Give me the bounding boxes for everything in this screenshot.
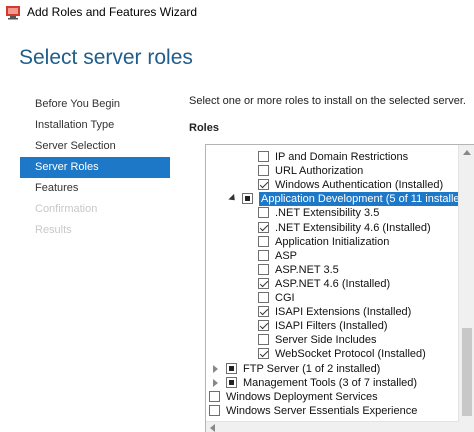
role-row[interactable]: ISAPI Filters (Installed): [206, 319, 459, 333]
role-checkbox[interactable]: [258, 165, 269, 177]
role-checkbox[interactable]: [209, 390, 220, 402]
role-checkbox[interactable]: [258, 249, 269, 261]
role-label: ASP.NET 3.5: [275, 263, 339, 276]
role-checkbox[interactable]: [226, 362, 237, 374]
role-label: Management Tools (3 of 7 installed): [243, 376, 418, 389]
nav-item-label: Results: [35, 224, 72, 236]
role-row[interactable]: Windows Server Essentials Experience: [206, 404, 459, 418]
nav-item-server-selection[interactable]: Server Selection: [20, 136, 170, 157]
role-label: Windows Server Essentials Experience: [226, 404, 418, 417]
role-label: Application Development (5 of 11 install…: [259, 192, 459, 207]
wizard-nav: Before You Begin Installation Type Serve…: [20, 94, 170, 241]
role-row[interactable]: ASP.NET 4.6 (Installed): [206, 277, 459, 291]
role-label: Application Initialization: [275, 235, 390, 248]
collapse-arrow-icon[interactable]: [213, 364, 218, 373]
roles-tree-viewport: IP and Domain Restrictions URL Authorizat…: [206, 145, 459, 421]
expand-arrow-icon[interactable]: [228, 194, 238, 204]
role-checkbox[interactable]: [258, 320, 269, 332]
window-title: Add Roles and Features Wizard: [27, 5, 198, 19]
role-checkbox[interactable]: [209, 404, 220, 416]
nav-item-label: Server Selection: [35, 140, 116, 152]
role-row[interactable]: Management Tools (3 of 7 installed): [206, 376, 459, 390]
role-checkbox[interactable]: [258, 348, 269, 360]
nav-item-label: Server Roles: [35, 161, 99, 173]
role-checkbox[interactable]: [258, 306, 269, 318]
role-label: .NET Extensibility 3.5: [275, 207, 380, 220]
vertical-scroll-thumb[interactable]: [462, 328, 472, 416]
role-row[interactable]: ASP: [206, 249, 459, 263]
roles-tree[interactable]: IP and Domain Restrictions URL Authorizat…: [205, 144, 474, 432]
collapse-arrow-icon[interactable]: [213, 378, 218, 387]
role-checkbox[interactable]: [258, 179, 269, 191]
role-label: ISAPI Filters (Installed): [275, 320, 388, 333]
role-row[interactable]: IP and Domain Restrictions: [206, 150, 459, 164]
role-checkbox[interactable]: [258, 221, 269, 233]
nav-item-label: Before You Begin: [35, 98, 121, 110]
role-row[interactable]: .NET Extensibility 3.5: [206, 206, 459, 220]
title-bar: Add Roles and Features Wizard: [0, 0, 474, 26]
role-row[interactable]: ASP.NET 3.5: [206, 263, 459, 277]
role-row[interactable]: Windows Authentication (Installed): [206, 178, 459, 192]
nav-item-confirmation: Confirmation: [20, 199, 170, 220]
nav-item-label: Features: [35, 182, 79, 194]
role-row[interactable]: FTP Server (1 of 2 installed): [206, 362, 459, 376]
role-label: URL Authorization: [275, 165, 364, 178]
nav-item-before-you-begin[interactable]: Before You Begin: [20, 94, 170, 115]
role-row[interactable]: Application Initialization: [206, 235, 459, 249]
role-checkbox[interactable]: [242, 193, 253, 205]
role-checkbox[interactable]: [258, 235, 269, 247]
nav-item-features[interactable]: Features: [20, 178, 170, 199]
nav-item-label: Installation Type: [35, 119, 115, 131]
role-label: FTP Server (1 of 2 installed): [243, 362, 381, 375]
role-label: ISAPI Extensions (Installed): [275, 306, 412, 319]
role-checkbox[interactable]: [258, 277, 269, 289]
role-row[interactable]: Windows Deployment Services: [206, 390, 459, 404]
role-row[interactable]: URL Authorization: [206, 164, 459, 178]
nav-item-results: Results: [20, 220, 170, 241]
role-row[interactable]: CGI: [206, 291, 459, 305]
role-checkbox[interactable]: [258, 334, 269, 346]
vertical-scrollbar[interactable]: [458, 145, 474, 421]
role-row[interactable]: Server Side Includes: [206, 333, 459, 347]
role-label: ASP.NET 4.6 (Installed): [275, 277, 391, 290]
role-label: Windows Authentication (Installed): [275, 179, 444, 192]
nav-item-label: Confirmation: [35, 203, 98, 215]
page-title: Select server roles: [19, 46, 193, 69]
role-checkbox[interactable]: [258, 263, 269, 275]
nav-item-server-roles[interactable]: Server Roles: [20, 157, 170, 178]
role-checkbox[interactable]: [258, 292, 269, 303]
role-label: Windows Deployment Services: [226, 390, 378, 403]
role-label: .NET Extensibility 4.6 (Installed): [275, 221, 431, 234]
role-label: IP and Domain Restrictions: [275, 151, 409, 163]
role-row[interactable]: ISAPI Extensions (Installed): [206, 305, 459, 319]
role-checkbox[interactable]: [258, 207, 269, 219]
role-row[interactable]: Application Development (5 of 11 install…: [206, 192, 459, 207]
role-checkbox[interactable]: [258, 151, 269, 162]
role-label: ASP: [275, 249, 298, 262]
scroll-up-arrow-icon[interactable]: [463, 150, 471, 155]
nav-item-installation-type[interactable]: Installation Type: [20, 115, 170, 136]
roles-heading: Roles: [189, 122, 219, 134]
role-label: WebSocket Protocol (Installed): [275, 348, 426, 361]
instruction-text: Select one or more roles to install on t…: [189, 95, 466, 107]
role-row[interactable]: .NET Extensibility 4.6 (Installed): [206, 221, 459, 235]
role-label: Server Side Includes: [275, 334, 377, 347]
scrollbar-corner: [459, 421, 474, 432]
horizontal-scrollbar[interactable]: [206, 421, 459, 432]
role-row[interactable]: WebSocket Protocol (Installed): [206, 347, 459, 361]
role-checkbox[interactable]: [226, 376, 237, 388]
role-label: CGI: [275, 292, 295, 304]
server-manager-icon: [6, 6, 20, 20]
